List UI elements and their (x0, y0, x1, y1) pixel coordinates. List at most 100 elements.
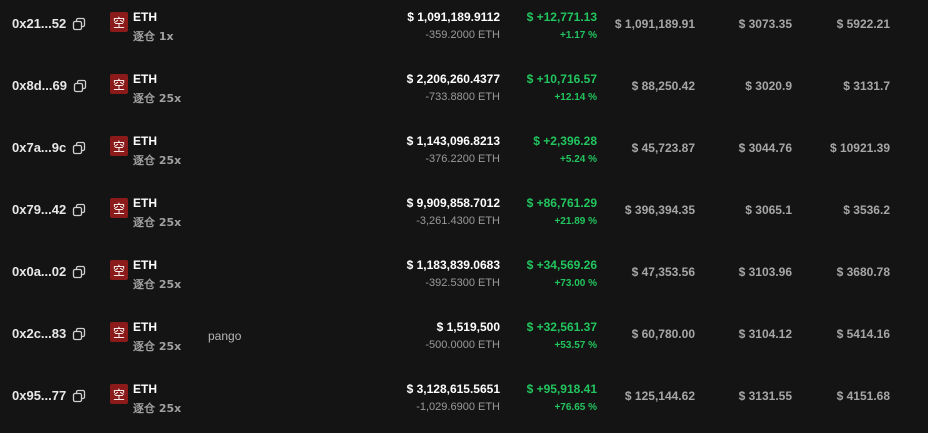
position-value: $ 1,183,839.0683 (406, 258, 500, 272)
margin-mode-leverage: 逐仓 25x (133, 154, 182, 167)
position-size: -392.5300 ETH (425, 277, 500, 289)
unrealized-pnl: $ +95,918.41 (526, 382, 597, 396)
position-value: $ 2,206,260.4377 (406, 72, 500, 86)
position-value: $ 3,128,615.5651 (406, 382, 500, 396)
table-row[interactable]: 0x2c...83 空 ETH 逐仓 25x pango $ 1,519,500 -500.… (0, 309, 928, 371)
coin-symbol: ETH (133, 10, 157, 24)
unrealized-pnl: $ +10,716.57 (526, 72, 597, 86)
liquidation-price: $ 10921.39 (829, 141, 890, 155)
copy-icon[interactable] (72, 203, 86, 217)
margin-value: $ 45,723.87 (631, 141, 695, 155)
unrealized-pnl: $ +2,396.28 (533, 134, 597, 148)
position-size: -1,029.6900 ETH (416, 401, 500, 413)
entry-price: $ 3065.1 (745, 203, 792, 217)
liquidation-price: $ 4151.68 (836, 389, 890, 403)
short-badge: 空 (110, 136, 128, 156)
copy-icon[interactable] (72, 141, 86, 155)
table-row[interactable]: 0x0a...02 空 ETH 逐仓 25x $ 1,183,839.0683 -392.… (0, 247, 928, 309)
margin-mode-leverage: 逐仓 25x (133, 340, 182, 353)
position-size: -3,261.4300 ETH (416, 215, 500, 227)
pnl-percent: +1.17 % (560, 30, 597, 41)
pnl-percent: +21.89 % (554, 216, 597, 227)
unrealized-pnl: $ +34,569.26 (526, 258, 597, 272)
position-value: $ 1,091,189.9112 (407, 10, 500, 24)
short-badge: 空 (110, 384, 128, 404)
wallet-address[interactable]: 0x21...52 (12, 16, 66, 31)
margin-mode-leverage: 逐仓 25x (133, 216, 182, 229)
unrealized-pnl: $ +86,761.29 (526, 196, 597, 210)
unrealized-pnl: $ +32,561.37 (526, 320, 597, 334)
address-cell: 0x7a...9c (12, 140, 86, 155)
position-value: $ 1,519,500 (436, 320, 500, 334)
pnl-percent: +12.14 % (554, 92, 597, 103)
short-badge: 空 (110, 74, 128, 94)
copy-icon[interactable] (72, 265, 86, 279)
copy-icon[interactable] (72, 17, 86, 31)
short-badge: 空 (110, 12, 128, 32)
margin-mode-leverage: 逐仓 25x (133, 92, 182, 105)
address-cell: 0x2c...83 (12, 326, 86, 341)
wallet-address[interactable]: 0x2c...83 (12, 326, 66, 341)
wallet-address[interactable]: 0x79...42 (12, 202, 66, 217)
margin-value: $ 47,353.56 (631, 265, 695, 279)
wallet-address[interactable]: 0x7a...9c (12, 140, 66, 155)
short-badge: 空 (110, 260, 128, 280)
position-size: -376.2200 ETH (425, 153, 500, 165)
copy-icon[interactable] (73, 79, 87, 93)
coin-symbol: ETH (133, 258, 157, 272)
margin-value: $ 396,394.35 (624, 203, 695, 217)
pnl-percent: +73.00 % (554, 278, 597, 289)
entry-price: $ 3020.9 (745, 79, 792, 93)
pnl-percent: +76.65 % (554, 402, 597, 413)
coin-symbol: ETH (133, 72, 157, 86)
coin-symbol: ETH (133, 382, 157, 396)
short-badge: 空 (110, 322, 128, 342)
wallet-address[interactable]: 0x95...77 (12, 388, 66, 403)
entry-price: $ 3103.96 (738, 265, 792, 279)
liquidation-price: $ 5414.16 (836, 327, 890, 341)
coin-symbol: ETH (133, 196, 157, 210)
entry-price: $ 3073.35 (738, 17, 792, 31)
wallet-tag: pango (208, 329, 242, 343)
position-size: -733.8800 ETH (425, 91, 500, 103)
pnl-percent: +5.24 % (560, 154, 597, 165)
coin-symbol: ETH (133, 134, 157, 148)
margin-mode-leverage: 逐仓 25x (133, 402, 182, 415)
wallet-address[interactable]: 0x0a...02 (12, 264, 66, 279)
entry-price: $ 3131.55 (738, 389, 792, 403)
entry-price: $ 3044.76 (738, 141, 792, 155)
coin-symbol: ETH (133, 320, 157, 334)
margin-mode-leverage: 逐仓 25x (133, 278, 182, 291)
wallet-address[interactable]: 0x8d...69 (12, 78, 67, 93)
entry-price: $ 3104.12 (738, 327, 792, 341)
position-value: $ 9,909,858.7012 (406, 196, 500, 210)
position-size: -359.2000 ETH (425, 29, 500, 41)
copy-icon[interactable] (72, 389, 86, 403)
position-value: $ 1,143,096.8213 (406, 134, 500, 148)
table-row[interactable]: 0x21...52 空 ETH 逐仓 1x $ 1,091,189.9112 -359.2… (0, 0, 928, 61)
address-cell: 0x21...52 (12, 16, 86, 31)
copy-icon[interactable] (72, 327, 86, 341)
table-row[interactable]: 0x95...77 空 ETH 逐仓 25x $ 3,128,615.5651 -1,02… (0, 371, 928, 433)
table-row[interactable]: 0x79...42 空 ETH 逐仓 25x $ 9,909,858.7012 -3,26… (0, 185, 928, 247)
positions-table: 0x21...52 空 ETH 逐仓 1x $ 1,091,189.9112 -359.2… (0, 0, 928, 418)
liquidation-price: $ 3536.2 (843, 203, 890, 217)
liquidation-price: $ 3680.78 (836, 265, 890, 279)
address-cell: 0x79...42 (12, 202, 86, 217)
margin-value: $ 125,144.62 (624, 389, 695, 403)
pnl-percent: +53.57 % (554, 340, 597, 351)
table-row[interactable]: 0x7a...9c 空 ETH 逐仓 25x $ 1,143,096.8213 -376.… (0, 123, 928, 185)
short-badge: 空 (110, 198, 128, 218)
unrealized-pnl: $ +12,771.13 (526, 10, 597, 24)
margin-value: $ 88,250.42 (631, 79, 695, 93)
liquidation-price: $ 3131.7 (843, 79, 890, 93)
address-cell: 0x8d...69 (12, 78, 87, 93)
table-row[interactable]: 0x8d...69 空 ETH 逐仓 25x $ 2,206,260.4377 -733.… (0, 61, 928, 123)
margin-value: $ 1,091,189.91 (614, 17, 695, 31)
margin-mode-leverage: 逐仓 1x (133, 30, 174, 43)
address-cell: 0x0a...02 (12, 264, 86, 279)
liquidation-price: $ 5922.21 (836, 17, 890, 31)
margin-value: $ 60,780.00 (631, 327, 695, 341)
address-cell: 0x95...77 (12, 388, 86, 403)
position-size: -500.0000 ETH (425, 339, 500, 351)
